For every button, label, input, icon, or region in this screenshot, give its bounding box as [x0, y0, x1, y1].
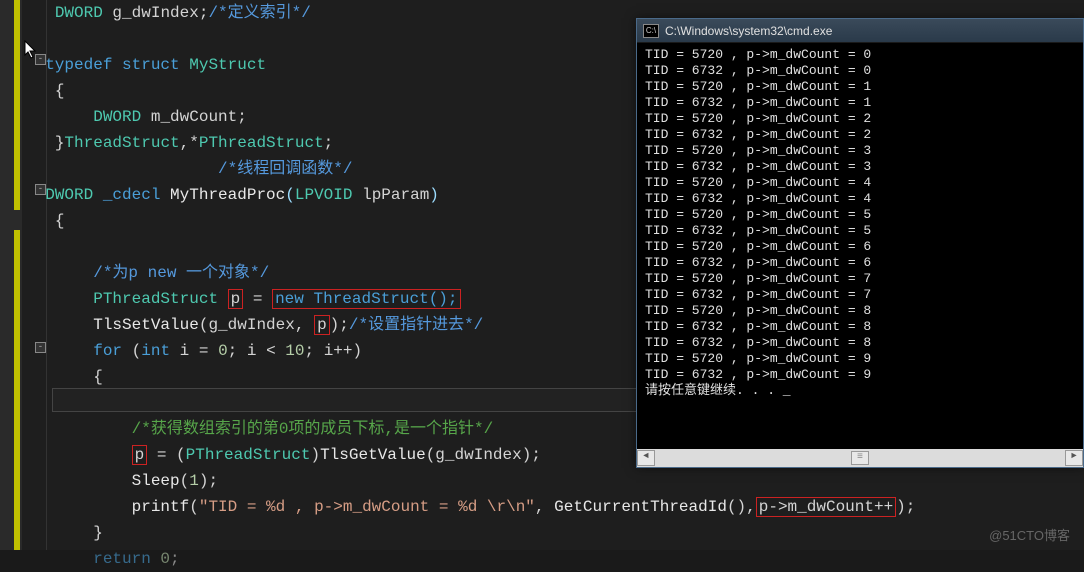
- cmd-scrollbar[interactable]: ◄ ≡ ►: [637, 449, 1083, 467]
- scroll-thumb[interactable]: ≡: [851, 451, 869, 465]
- editor-gutter: [0, 0, 22, 550]
- cmd-titlebar[interactable]: C:\ C:\Windows\system32\cmd.exe: [637, 19, 1083, 43]
- watermark: @51CTO博客: [989, 525, 1070, 544]
- scroll-right-button[interactable]: ►: [1065, 450, 1083, 466]
- code-line[interactable]: Sleep(1);: [22, 468, 1084, 494]
- change-marker: [14, 0, 20, 210]
- code-line[interactable]: printf("TID = %d , p->m_dwCount = %d \r\…: [22, 494, 1084, 520]
- change-marker: [14, 230, 20, 550]
- cmd-output[interactable]: TID = 5720 , p->m_dwCount = 0 TID = 6732…: [637, 43, 1083, 438]
- cmd-window[interactable]: C:\ C:\Windows\system32\cmd.exe TID = 57…: [636, 18, 1084, 468]
- code-line[interactable]: }: [22, 520, 1084, 546]
- scroll-track[interactable]: ≡: [655, 451, 1065, 465]
- cmd-icon: C:\: [643, 24, 659, 38]
- cmd-title: C:\Windows\system32\cmd.exe: [665, 24, 832, 38]
- scroll-left-button[interactable]: ◄: [637, 450, 655, 466]
